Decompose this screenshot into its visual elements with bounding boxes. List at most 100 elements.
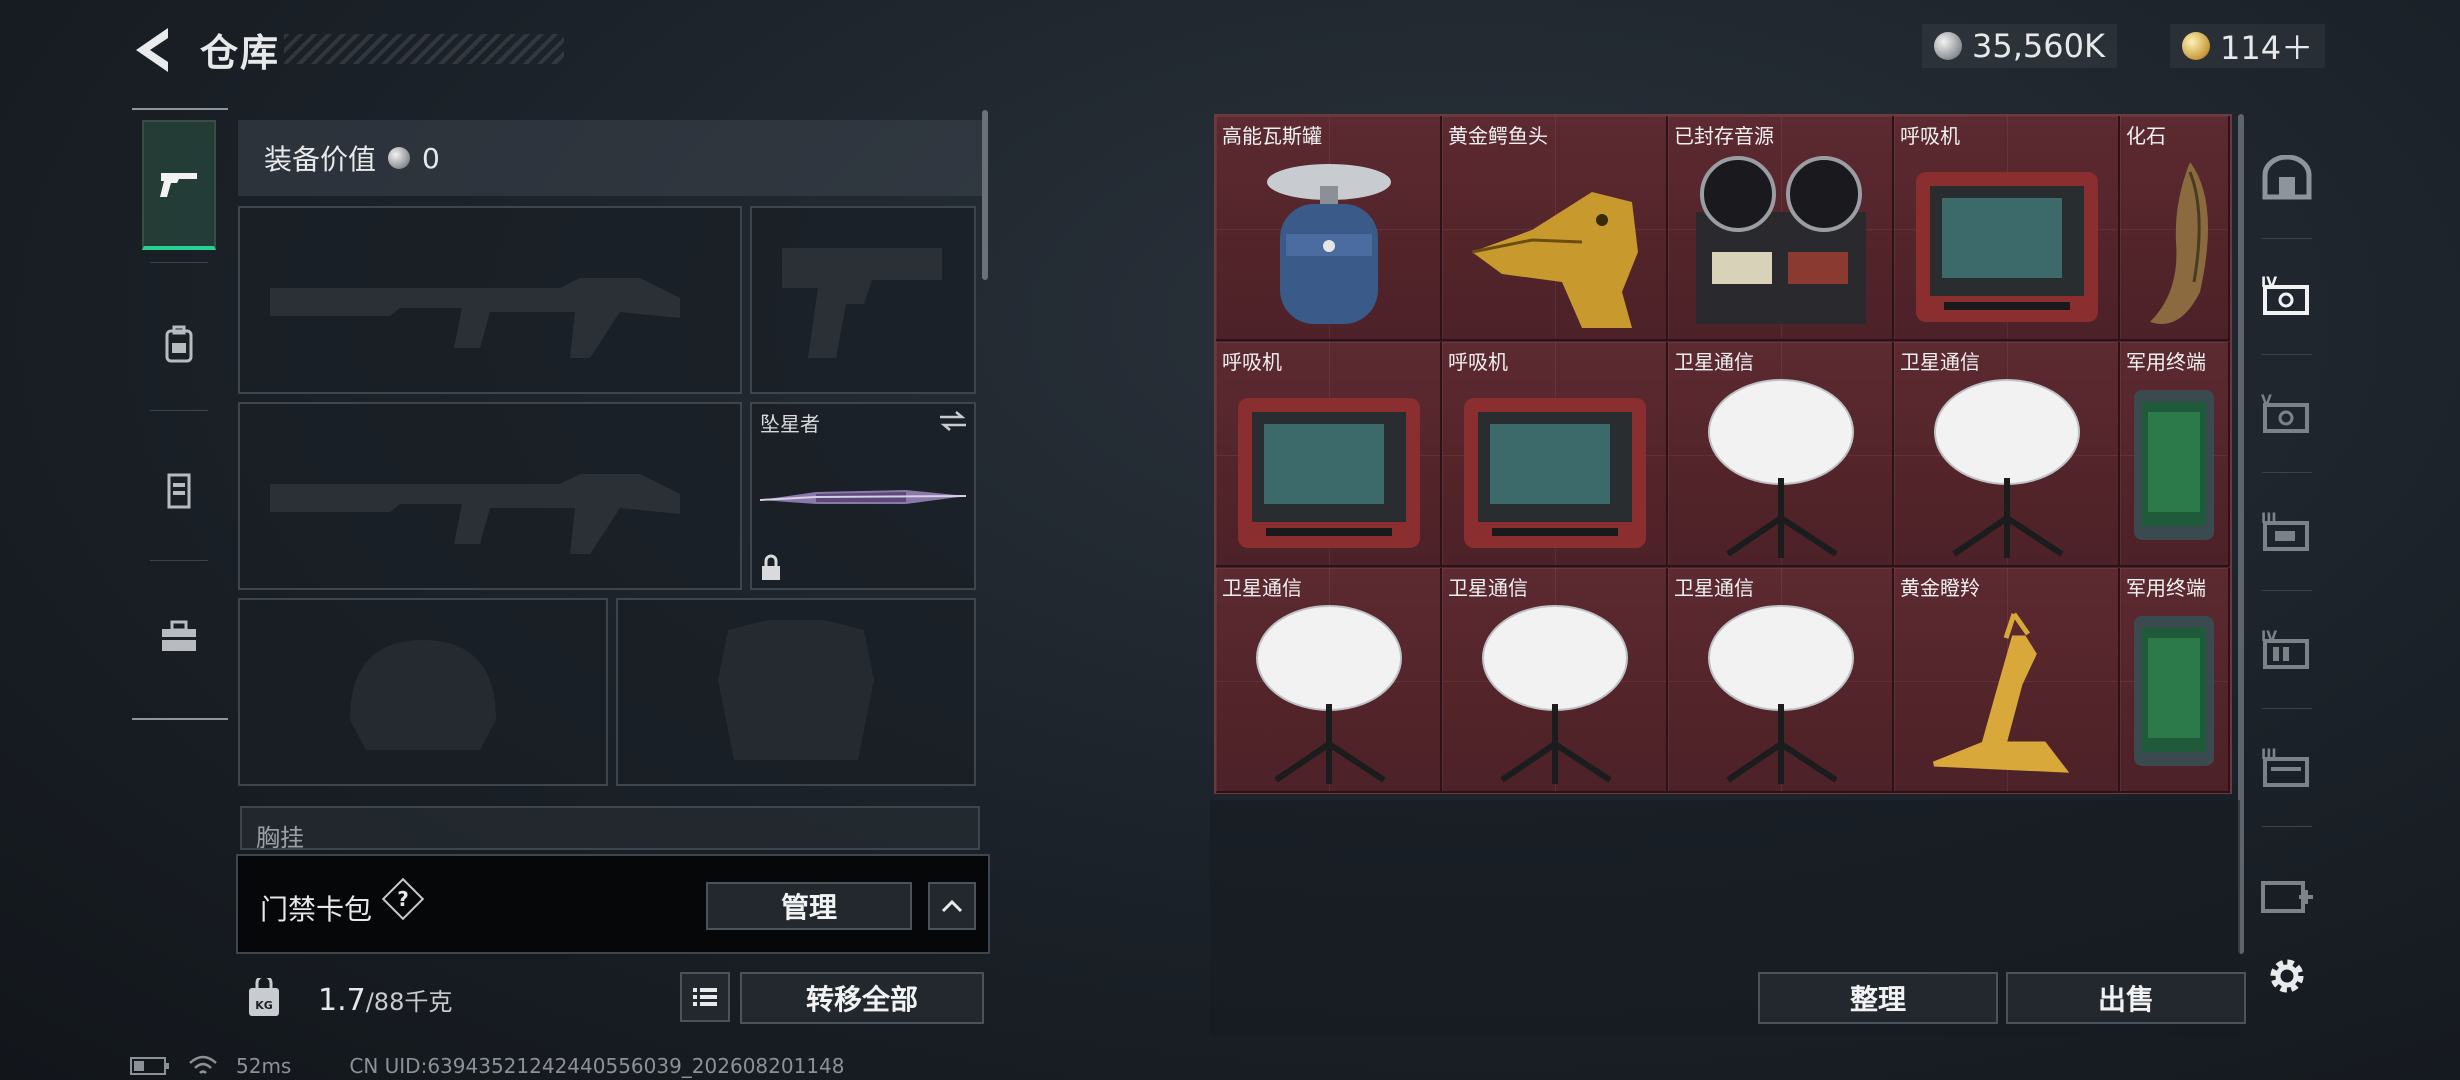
reel-recorder-icon <box>1696 156 1866 324</box>
loadout-scrollbar[interactable] <box>982 110 988 280</box>
sell-button[interactable]: 出售 <box>2006 972 2246 1024</box>
manage-button[interactable]: 管理 <box>706 882 912 930</box>
golden-crocodile-icon <box>1471 192 1638 328</box>
melee-slot[interactable]: 坠星者 <box>750 402 976 590</box>
military-terminal-icon <box>2134 616 2214 766</box>
storage-item[interactable]: 军用终端 <box>2120 568 2230 793</box>
svg-text:KG: KG <box>255 999 273 1012</box>
military-terminal-icon <box>2134 390 2214 540</box>
backup-weapon-slot[interactable] <box>238 402 742 590</box>
storage-item[interactable]: 已封存音源 <box>1668 116 1894 341</box>
backpack-icon <box>165 325 193 363</box>
silver-coin-icon <box>1934 32 1962 60</box>
settings-button[interactable] <box>2252 936 2322 1016</box>
silver-coin-icon <box>388 147 411 169</box>
silver-currency: 35,560K <box>1922 24 2117 68</box>
wifi-icon <box>189 1055 217 1074</box>
nav-vest[interactable] <box>142 426 216 556</box>
ventilator-icon <box>1464 398 1646 548</box>
vest-icon <box>167 473 191 509</box>
silver-amount: 35,560K <box>1972 27 2105 65</box>
weight-capacity: /88千克 <box>365 988 453 1016</box>
back-button[interactable] <box>130 22 176 78</box>
safe-box-v-tab[interactable]: V <box>2252 372 2322 452</box>
status-footer: 52ms CN UID:6394352124244055603­9_202608… <box>130 1054 845 1078</box>
weight-bar: KG 1.7/88千克 转移全部 <box>236 962 996 1034</box>
swap-icon[interactable] <box>938 410 968 432</box>
help-icon[interactable]: ? <box>381 877 425 921</box>
safe-box-v-icon: V <box>2261 393 2309 433</box>
safe-box-iv-icon: IV <box>2261 275 2309 315</box>
uid-text: CN UID:6394352124244055603­9_20260820114… <box>349 1054 845 1078</box>
nav-toolbox[interactable] <box>142 572 216 702</box>
nav-backpack[interactable] <box>142 280 216 410</box>
storage-item[interactable]: 黄金鳄鱼头 <box>1442 116 1668 341</box>
safe-box-iv-b-tab[interactable]: IV <box>2252 608 2322 688</box>
satellite-dish-icon <box>1934 379 2080 558</box>
organize-button[interactable]: 整理 <box>1758 972 1998 1024</box>
page-title: 仓库 <box>200 31 281 75</box>
pistol-icon <box>160 173 197 197</box>
fossil-claw-icon <box>2150 162 2208 324</box>
weight-readout: 1.7/88千克 <box>318 982 452 1018</box>
card-bag-panel: 门禁卡包 ? 管理 <box>236 854 990 954</box>
weight-icon: KG <box>249 978 279 1016</box>
armor-silhouette-icon <box>718 620 874 760</box>
settings-icon <box>2270 959 2304 993</box>
safe-box-iv-b-icon: IV <box>2261 629 2309 669</box>
armor-slot[interactable] <box>616 598 976 786</box>
safe-box-iii-icon: III <box>2261 511 2309 551</box>
storage-item[interactable]: 呼吸机 <box>1216 342 1442 567</box>
safe-box-iii-b-icon: III <box>2261 747 2309 787</box>
nav-weapons[interactable] <box>142 120 216 250</box>
satellite-dish-icon <box>1708 379 1854 558</box>
storage-item[interactable]: 黄金瞪羚 <box>1894 568 2120 793</box>
chest-rig-row[interactable]: 胸挂 <box>240 806 980 850</box>
rifle-silhouette-icon <box>270 474 680 554</box>
storage-item[interactable]: 军用终端 <box>2120 342 2230 567</box>
storage-item[interactable]: 化石 <box>2120 116 2230 341</box>
melee-name: 坠星者 <box>760 412 820 436</box>
storage-item[interactable]: 卫星通信 <box>1894 342 2120 567</box>
satellite-dish-icon <box>1256 605 1402 784</box>
safe-box-iv-tab[interactable]: IV <box>2252 254 2322 334</box>
equipment-value-row: 装备价值 0 <box>238 120 988 196</box>
ventilator-icon <box>1238 398 1420 548</box>
helmet-silhouette-icon <box>350 640 496 750</box>
ventilator-icon <box>1916 172 2098 322</box>
satellite-dish-icon <box>1482 605 1628 784</box>
rifle-silhouette-icon <box>270 278 680 358</box>
transfer-all-button[interactable]: 转移全部 <box>740 972 984 1024</box>
expand-button[interactable] <box>928 882 976 930</box>
bunker-icon <box>2262 155 2312 200</box>
storage-item[interactable]: 呼吸机 <box>1442 342 1668 567</box>
secondary-weapon-slot[interactable] <box>750 206 976 394</box>
list-view-button[interactable] <box>680 972 730 1022</box>
add-storage-tab[interactable] <box>2252 854 2322 934</box>
card-bag-label: 门禁卡包 <box>260 893 373 926</box>
gold-coin-icon <box>2182 32 2210 60</box>
storage-item[interactable]: 卫星通信 <box>1216 568 1442 793</box>
primary-weapon-slot[interactable] <box>238 206 742 394</box>
storage-item[interactable]: 卫星通信 <box>1668 568 1894 793</box>
storage-item[interactable]: 呼吸机 <box>1894 116 2120 341</box>
safe-box-iii-b-tab[interactable]: III <box>2252 726 2322 806</box>
lock-icon <box>762 554 780 580</box>
storage-grid: 高能瓦斯罐 黄金鳄鱼头 已封存音源 呼吸机 化石 呼吸机 呼吸机 卫星通信 卫星通信 军用终端 卫星… <box>1214 114 2232 794</box>
title-decoration <box>284 34 564 64</box>
storage-item[interactable]: 高能瓦斯罐 <box>1216 116 1442 341</box>
throwing-knife-icon <box>759 490 967 504</box>
gold-currency[interactable]: 114＋ <box>2170 24 2326 68</box>
list-icon <box>693 988 717 1006</box>
equipment-value-label: 装备价值 <box>264 143 377 176</box>
safe-box-iii-tab[interactable]: III <box>2252 490 2322 570</box>
ping-readout: 52ms <box>236 1054 292 1078</box>
bunker-tab[interactable] <box>2252 138 2322 218</box>
helmet-slot[interactable] <box>238 598 608 786</box>
equipment-value: 0 <box>422 141 440 175</box>
back-arrow-icon <box>136 28 168 72</box>
storage-item[interactable]: 卫星通信 <box>1668 342 1894 567</box>
battery-icon <box>130 1057 169 1075</box>
weight-value: 1.7 <box>318 983 366 1018</box>
storage-item[interactable]: 卫星通信 <box>1442 568 1668 793</box>
